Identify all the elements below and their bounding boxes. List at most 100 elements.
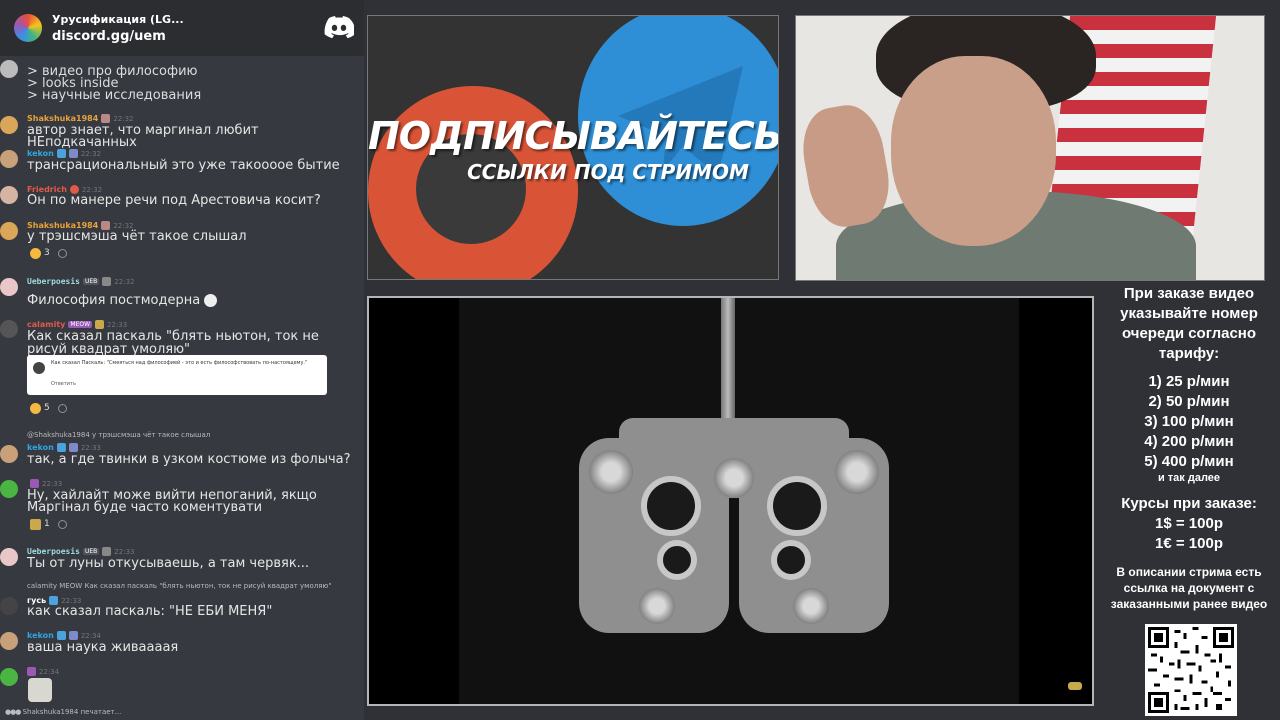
- message-embed[interactable]: Как сказал Паскаль: "Смеяться над филосо…: [27, 355, 327, 395]
- reaction-count: 1: [44, 519, 50, 529]
- server-header: Урусификация (LG... discord.gg/uem: [0, 0, 364, 56]
- badge-icon: [27, 667, 36, 676]
- server-invite[interactable]: discord.gg/uem: [52, 29, 184, 44]
- avatar[interactable]: [0, 150, 18, 168]
- reaction-bar: 1: [30, 517, 67, 531]
- message-meta: kekon 22:33: [27, 443, 101, 452]
- username[interactable]: kekon: [27, 631, 54, 640]
- reaction[interactable]: 5: [30, 402, 50, 414]
- avatar[interactable]: [0, 668, 18, 686]
- timestamp: 22:32: [113, 114, 134, 123]
- add-reaction-icon[interactable]: [57, 519, 67, 529]
- badge-icon: [95, 320, 105, 329]
- description-note: В описании стрима есть ссылка на докумен…: [1110, 565, 1268, 611]
- left-dial: [589, 450, 633, 494]
- avatar[interactable]: [0, 320, 18, 338]
- message-text: как сказал паскаль: "НЕ ЕБИ МЕНЯ": [27, 604, 273, 619]
- discord-chat-panel: > видео про философию > looks inside > н…: [0, 0, 364, 720]
- message-text: трансрациональный это уже такоооое бытие: [27, 158, 340, 173]
- order-note: При заказе видео указывайте номер очеред…: [1120, 285, 1258, 362]
- role-icon: [56, 631, 66, 640]
- avatar[interactable]: [0, 116, 18, 134]
- message-text: автор знает, что маргинал любит НЕподкач…: [27, 123, 259, 150]
- timestamp: 22:34: [80, 631, 102, 640]
- message-meta: Ueberpoesis UEB 22:33: [27, 547, 134, 556]
- subscribe-banner: ПОДПИСЫВАЙТЕСЬ ССЫЛКИ ПОД СТРИМОМ: [367, 15, 779, 280]
- timestamp: 22:32: [114, 277, 135, 286]
- sticker-emoji-icon: [30, 518, 41, 530]
- person-face: [891, 56, 1056, 246]
- tariff-item: 1) 25 р/мин: [1148, 373, 1230, 390]
- avatar[interactable]: [0, 597, 18, 615]
- tariff-list: 1) 25 р/мин 2) 50 р/мин 3) 100 р/мин 4) …: [1098, 372, 1280, 472]
- server-tag: UEB: [82, 548, 100, 555]
- username[interactable]: kekon: [27, 443, 54, 452]
- username[interactable]: Ueberpoesis: [27, 277, 80, 286]
- discord-logo-icon[interactable]: [324, 14, 354, 40]
- reaction-bar: 5: [30, 401, 67, 415]
- typing-text: Shakshuka1984 печатает...: [22, 708, 122, 716]
- banner-subtitle: ССЫЛКИ ПОД СТРИМОМ: [467, 160, 749, 184]
- message-meta: kekon 22:32: [27, 149, 101, 158]
- video-player[interactable]: [367, 296, 1094, 706]
- badge-icon: [68, 443, 78, 452]
- server-name[interactable]: Урусификация (LG...: [52, 13, 184, 26]
- username[interactable]: calamity: [27, 320, 65, 329]
- avatar[interactable]: [0, 445, 18, 463]
- avatar[interactable]: [0, 222, 18, 240]
- add-reaction-icon[interactable]: [57, 403, 67, 413]
- message-text: Ну, хайлайт може вийти непоганий, якщо М…: [27, 488, 317, 515]
- webcam-feed: [795, 15, 1265, 281]
- server-info: Урусификация (LG... discord.gg/uem: [52, 13, 184, 44]
- avatar[interactable]: [0, 480, 18, 498]
- add-reaction-icon[interactable]: [57, 248, 67, 258]
- server-icon[interactable]: [14, 14, 42, 42]
- message-text: Он по манере речи под Арестовича косит?: [27, 193, 321, 208]
- message-text: > видео про философию > looks inside > н…: [27, 65, 357, 103]
- reply-preview[interactable]: @Shakshuka1984 у трэшсмэша чёт такое слы…: [27, 431, 210, 439]
- reaction-count: 5: [44, 403, 50, 413]
- left-lens: [641, 476, 701, 536]
- laughing-emoji-icon: [30, 402, 41, 414]
- username[interactable]: Ueberpoesis: [27, 547, 80, 556]
- course-rate: 1€ = 100р: [1155, 535, 1223, 552]
- reaction[interactable]: 1: [30, 518, 50, 530]
- timestamp: 22:34: [39, 667, 60, 676]
- avatar[interactable]: [0, 60, 18, 78]
- message-text: так, а где твинки в узком костюме из фол…: [27, 452, 351, 467]
- typing-indicator: ●●● Shakshuka1984 печатает...: [5, 708, 121, 716]
- quote-line: > научные исследования: [27, 88, 202, 103]
- sticker-image[interactable]: [28, 678, 52, 702]
- badge-icon: [30, 479, 39, 488]
- left-knob: [639, 588, 675, 624]
- message-meta: calamity MEOW 22:33: [27, 320, 127, 329]
- timestamp: 22:33: [107, 320, 128, 329]
- qr-code[interactable]: [1145, 624, 1237, 716]
- right-lower-lens: [771, 540, 811, 580]
- avatar[interactable]: [0, 186, 18, 204]
- embed-text: Как сказал Паскаль: "Смеяться над филосо…: [51, 360, 308, 366]
- reaction[interactable]: 3: [30, 247, 50, 259]
- role-icon: [56, 149, 66, 158]
- message-text: Ты от луны откусываешь, а там червяк...: [27, 556, 310, 571]
- badge-icon: [102, 277, 112, 286]
- server-tag: UEB: [82, 278, 100, 285]
- message-text: у трэшсмэша чёт такое слышал: [27, 229, 247, 244]
- reply-preview[interactable]: calamity MEOW Как сказал паскаль "блять …: [27, 582, 332, 590]
- message-meta: 22:33: [27, 479, 62, 488]
- avatar[interactable]: [0, 278, 18, 296]
- reaction-count: 3: [44, 248, 50, 258]
- embed-reply-button[interactable]: Ответить: [51, 381, 76, 387]
- username[interactable]: kekon: [27, 149, 54, 158]
- server-tag: MEOW: [68, 321, 93, 328]
- avatar[interactable]: [0, 548, 18, 566]
- username[interactable]: Shakshuka1984: [27, 114, 98, 123]
- message-meta: 22:34: [27, 667, 59, 676]
- tariff-item: 3) 100 р/мин: [1144, 413, 1234, 430]
- qr-code-icon: [1148, 627, 1234, 713]
- course-rate: 1$ = 100р: [1155, 515, 1223, 532]
- banner-title: ПОДПИСЫВАЙТЕСЬ: [368, 114, 779, 158]
- message-meta: Shakshuka1984 22:32: [27, 114, 134, 123]
- avatar[interactable]: [0, 632, 18, 650]
- tariff-item: 5) 400 р/мин: [1144, 453, 1234, 470]
